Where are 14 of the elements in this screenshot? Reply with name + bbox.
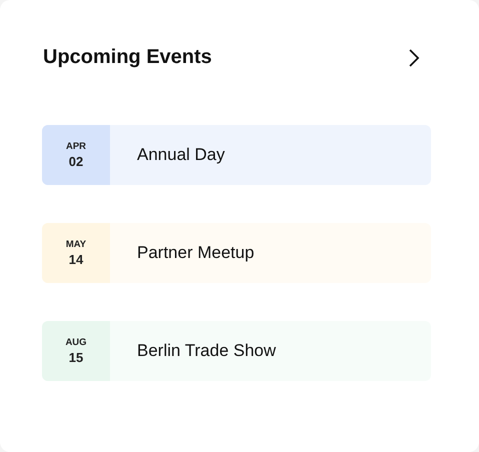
event-day: 15 [68,350,84,365]
event-month: MAY [66,239,86,250]
event-day: 02 [68,154,84,169]
event-row[interactable]: MAY 14 Partner Meetup [42,223,431,283]
event-row[interactable]: AUG 15 Berlin Trade Show [42,321,431,381]
event-name: Partner Meetup [136,242,256,264]
chevron-right-icon[interactable] [407,48,421,68]
event-day: 14 [68,252,84,267]
event-month: APR [66,141,86,152]
event-month: AUG [65,337,87,348]
event-name: Berlin Trade Show [136,340,277,362]
event-name: Annual Day [136,144,226,166]
event-row[interactable]: APR 02 Annual Day [42,125,431,185]
section-title: Upcoming Events [43,46,212,69]
